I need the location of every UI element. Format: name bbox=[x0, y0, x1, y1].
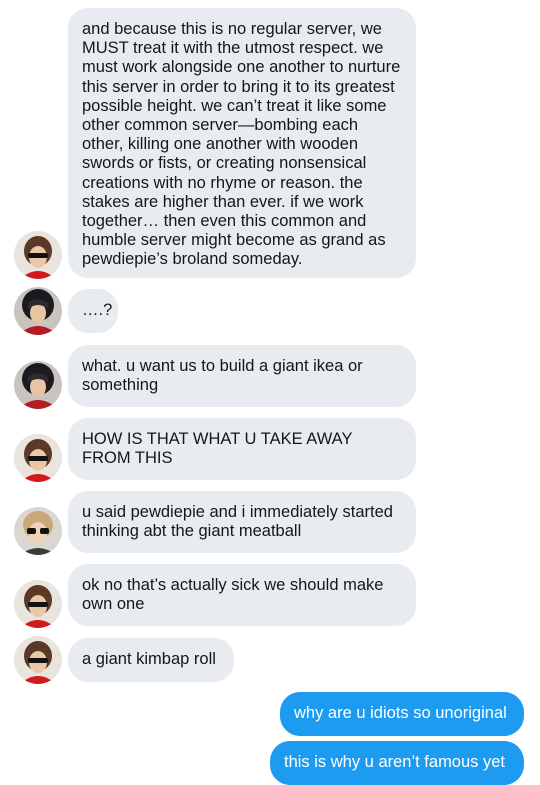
message-bubble-incoming[interactable]: what. u want us to build a giant ikea or… bbox=[68, 345, 416, 407]
avatar-red-sunglasses[interactable] bbox=[14, 434, 62, 482]
avatar-red-sunglasses[interactable] bbox=[14, 636, 62, 684]
message-bubble-incoming[interactable]: a giant kimbap roll bbox=[68, 638, 234, 682]
avatar-red-sunglasses[interactable] bbox=[14, 580, 62, 628]
message-bubble-incoming[interactable]: HOW IS THAT WHAT U TAKE AWAY FROM THIS bbox=[68, 418, 416, 480]
message-bubble-incoming[interactable]: and because this is no regular server, w… bbox=[68, 8, 416, 278]
message-bubble-incoming[interactable]: ok no that’s actually sick we should mak… bbox=[68, 564, 416, 626]
message-bubble-outgoing[interactable]: why are u idiots so unoriginal bbox=[280, 692, 524, 736]
message-bubble-outgoing[interactable]: this is why u aren’t famous yet bbox=[270, 741, 524, 785]
avatar-red-sunglasses[interactable] bbox=[14, 231, 62, 279]
avatar-dark-hair-red[interactable] bbox=[14, 361, 62, 409]
message-bubble-incoming[interactable]: u said pewdiepie and i immediately start… bbox=[68, 491, 416, 553]
message-bubble-incoming[interactable]: ….? bbox=[68, 289, 118, 333]
avatar-blonde-glasses[interactable] bbox=[14, 507, 62, 555]
avatar-dark-hair-red[interactable] bbox=[14, 287, 62, 335]
